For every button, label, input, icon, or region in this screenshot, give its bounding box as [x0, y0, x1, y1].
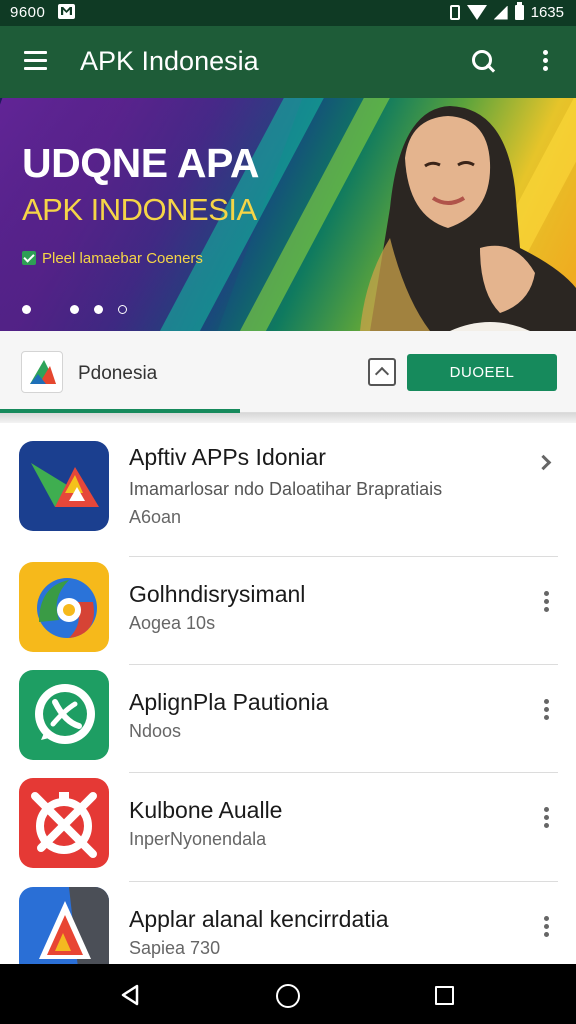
chevron-up-icon[interactable] [368, 358, 396, 386]
app-meta: Aogea 10s [129, 613, 216, 633]
status-time-right: 1635 [530, 4, 564, 21]
pager-dot[interactable] [22, 305, 31, 314]
pager-dot[interactable] [118, 305, 127, 314]
app-name: AplignPla Pautionia [129, 689, 329, 715]
more-vert-icon[interactable] [537, 50, 553, 74]
more-vert-icon[interactable] [541, 916, 551, 940]
chevron-right-icon[interactable] [538, 455, 550, 469]
swirl-icon [19, 562, 109, 652]
app-name: Applar alanal kencirrdatia [129, 906, 389, 932]
navigation-bar [0, 964, 576, 1024]
chat-bubble-icon [19, 670, 109, 760]
vibrate-icon [449, 5, 460, 20]
search-icon[interactable] [472, 50, 496, 74]
recents-icon[interactable] [435, 986, 454, 1005]
list-shadow [0, 413, 576, 423]
status-bar: 9600 1635 [0, 0, 576, 26]
brand-logo-icon [21, 351, 63, 393]
home-icon[interactable] [276, 984, 300, 1008]
pager-dot[interactable] [70, 305, 79, 314]
more-vert-icon[interactable] [541, 807, 551, 831]
app-meta: Ndoos [129, 721, 182, 741]
list-item[interactable]: Apftiv APPs Idoniar Imamarlosar ndo Dalo… [0, 423, 576, 556]
pager-dot[interactable] [94, 305, 103, 314]
featured-name: Pdonesia [78, 363, 158, 384]
list-item[interactable]: Applar alanal kencirrdatia Sapiea 730 [0, 882, 576, 977]
status-time-left: 9600 [10, 4, 46, 21]
download-button[interactable]: DUOEEL [407, 354, 557, 391]
banner-title: UDQNE APA [22, 140, 259, 186]
app-list: Apftiv APPs Idoniar Imamarlosar ndo Dalo… [0, 423, 576, 977]
triangle-play-icon [19, 441, 109, 531]
list-item[interactable]: AplignPla Pautionia Ndoos [0, 665, 576, 772]
banner-subtitle: APK INDONESIA [22, 192, 257, 227]
wifi-icon [466, 5, 487, 20]
app-meta: A6oan [129, 507, 182, 527]
app-bar: APK Indonesia [0, 26, 576, 98]
banner-person-image [360, 106, 576, 331]
status-icons: 1635 [449, 2, 564, 21]
notification-icon [58, 4, 75, 19]
signal-icon [493, 5, 508, 20]
app-meta: Sapiea 730 [129, 938, 221, 958]
app-description: Imamarlosar ndo Daloatihar Brapratiais [129, 479, 443, 499]
back-icon[interactable] [119, 984, 141, 1006]
battery-icon [514, 2, 524, 20]
app-name: Golhndisrysimanl [129, 581, 306, 607]
app-meta: InperNyonendala [129, 829, 267, 849]
checkbox-icon [22, 251, 36, 265]
more-vert-icon[interactable] [541, 699, 551, 723]
app-name: Kulbone Aualle [129, 797, 283, 823]
list-item[interactable]: Kulbone Aualle InperNyonendala [0, 773, 576, 881]
cross-circle-icon [19, 778, 109, 868]
banner-tagline: Pleel lamaebar Coeners [42, 250, 203, 267]
more-vert-icon[interactable] [541, 591, 551, 615]
list-item[interactable]: Golhndisrysimanl Aogea 10s [0, 557, 576, 664]
featured-strip: Pdonesia DUOEEL [0, 331, 576, 413]
promo-banner[interactable]: UDQNE APA APK INDONESIA Pleel lamaebar C… [0, 98, 576, 331]
menu-icon[interactable] [24, 51, 48, 71]
app-name: Apftiv APPs Idoniar [129, 444, 326, 470]
app-title: APK Indonesia [80, 46, 259, 76]
